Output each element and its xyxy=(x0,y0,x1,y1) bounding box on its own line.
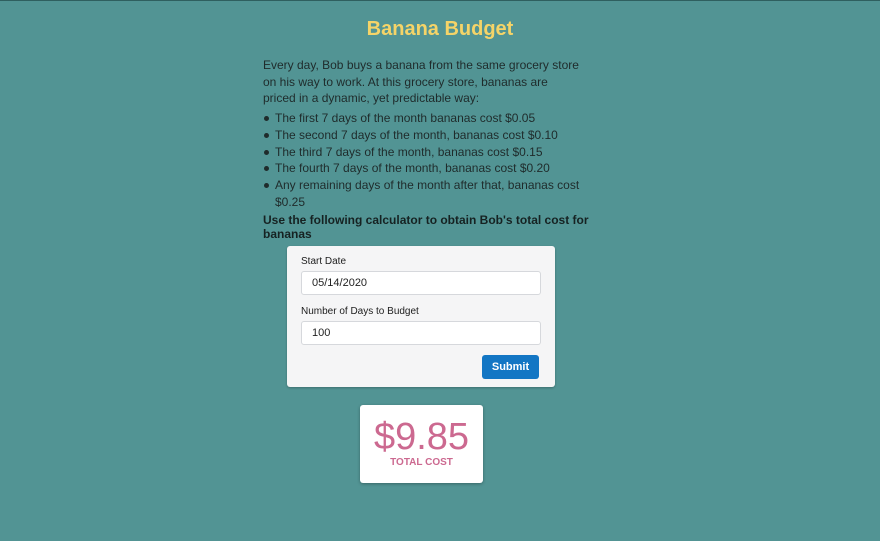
pricing-rule-item: The second 7 days of the month, bananas … xyxy=(263,127,593,144)
pricing-rules-list: The first 7 days of the month bananas co… xyxy=(263,110,593,211)
pricing-rule-item: Any remaining days of the month after th… xyxy=(263,177,593,211)
total-cost-label: TOTAL COST xyxy=(390,457,453,468)
days-to-budget-input[interactable] xyxy=(301,321,541,345)
total-cost-card: $9.85 TOTAL COST xyxy=(360,405,483,483)
pricing-rule-item: The first 7 days of the month bananas co… xyxy=(263,110,593,127)
calculator-instructions: Use the following calculator to obtain B… xyxy=(263,213,589,241)
budget-form: Start Date Number of Days to Budget Subm… xyxy=(287,246,555,387)
pricing-rule-item: The third 7 days of the month, bananas c… xyxy=(263,144,593,161)
start-date-label: Start Date xyxy=(301,256,347,267)
days-to-budget-label: Number of Days to Budget xyxy=(301,306,419,317)
pricing-rule-item: The fourth 7 days of the month, bananas … xyxy=(263,160,593,177)
page-title: Banana Budget xyxy=(366,18,514,40)
submit-button[interactable]: Submit xyxy=(482,355,539,379)
total-cost-value: $9.85 xyxy=(373,416,470,458)
start-date-input[interactable] xyxy=(301,271,541,295)
intro-text: Every day, Bob buys a banana from the sa… xyxy=(263,58,579,105)
